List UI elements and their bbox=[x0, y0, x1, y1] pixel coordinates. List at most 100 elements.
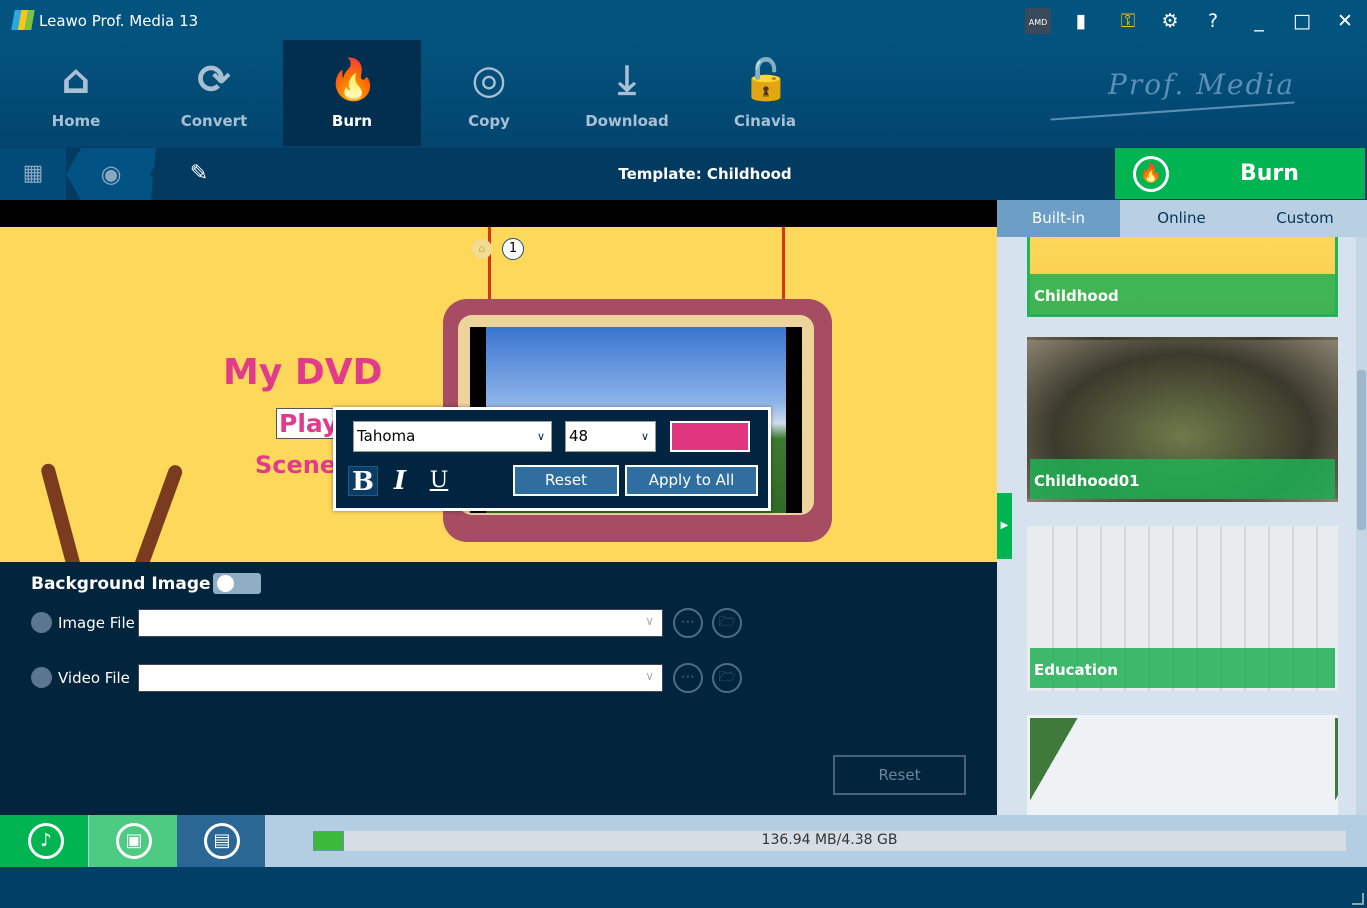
decor-stick bbox=[39, 462, 85, 562]
template-name: Childhood bbox=[1034, 287, 1119, 305]
menu-preview: ⌂ 1 My DVD Play Scene bbox=[0, 227, 997, 562]
template-childhood[interactable]: Childhood bbox=[1027, 237, 1338, 317]
size-value: 48 bbox=[569, 427, 589, 445]
image-file-label: Image File bbox=[58, 614, 135, 632]
background-panel: Background Image Image File ∨ ⋯ 🗁 Video … bbox=[0, 562, 997, 815]
help-icon[interactable]: ? bbox=[1201, 10, 1225, 32]
template-panel: Built-in Online Custom Childhood Childho… bbox=[997, 200, 1367, 815]
font-family-select[interactable]: Tahoma ∨ bbox=[353, 421, 552, 452]
nav-home[interactable]: ⌂ Home bbox=[7, 40, 145, 146]
font-color-picker[interactable] bbox=[670, 421, 750, 452]
tab-online[interactable]: Online bbox=[1120, 200, 1243, 237]
nav-download[interactable]: ⤓ Download bbox=[558, 40, 696, 146]
template-name: Education bbox=[1034, 661, 1118, 679]
nav-label: Cinavia bbox=[734, 112, 796, 130]
brand-logo: Prof. Media bbox=[1108, 68, 1296, 101]
footer-bar: ♪ ▣ ▤ 136.94 MB/4.38 GB bbox=[0, 815, 1367, 867]
unlock-icon: 🔓 bbox=[741, 57, 791, 103]
nav-copy[interactable]: ◎ Copy bbox=[420, 40, 558, 146]
image-file-input[interactable]: ∨ bbox=[138, 609, 663, 637]
home-icon: ⌂ bbox=[61, 57, 91, 103]
gear-icon[interactable]: ⚙ bbox=[1158, 10, 1182, 32]
nav-cinavia[interactable]: 🔓 Cinavia bbox=[696, 40, 834, 146]
collapse-panel-button[interactable]: ▶ bbox=[997, 493, 1012, 559]
app-title: Leawo Prof. Media 13 bbox=[39, 12, 199, 30]
video-file-label: Video File bbox=[58, 669, 130, 687]
template-education[interactable]: Education bbox=[1027, 526, 1338, 691]
more-options-icon[interactable]: ⋯ bbox=[673, 608, 703, 638]
template-childhood01[interactable]: Childhood01 bbox=[1027, 337, 1338, 502]
music-note-icon: ♪ bbox=[28, 823, 64, 859]
template-office[interactable] bbox=[1027, 715, 1338, 815]
font-reset-button[interactable]: Reset bbox=[513, 465, 619, 496]
maximize-icon[interactable]: □ bbox=[1290, 10, 1314, 32]
app-logo-icon bbox=[11, 10, 35, 30]
more-options-icon[interactable]: ⋯ bbox=[673, 663, 703, 693]
brand-swoosh bbox=[1050, 101, 1295, 121]
nav-label: Download bbox=[585, 112, 669, 130]
nav-label: Burn bbox=[331, 112, 373, 130]
nav-burn[interactable]: 🔥 Burn bbox=[283, 40, 421, 146]
flame-icon: 🔥 bbox=[328, 57, 378, 103]
flame-icon: 🔥 bbox=[1133, 156, 1169, 192]
font-value: Tahoma bbox=[357, 427, 416, 445]
underline-button[interactable]: U bbox=[424, 466, 454, 496]
decor-stick bbox=[129, 463, 185, 562]
folder-icon[interactable]: 🗁 bbox=[712, 608, 742, 638]
disc-usage-text: 136.94 MB/4.38 GB bbox=[761, 832, 898, 848]
background-image-toggle[interactable] bbox=[213, 573, 261, 594]
close-icon[interactable]: ✕ bbox=[1333, 10, 1357, 32]
background-reset-button[interactable]: Reset bbox=[833, 755, 966, 795]
burn-label: Burn bbox=[1240, 161, 1299, 186]
amd-badge-icon[interactable]: AMD bbox=[1025, 8, 1051, 34]
video-file-input[interactable]: ∨ bbox=[138, 664, 663, 692]
preview-eye-icon[interactable]: ◉ bbox=[66, 148, 156, 200]
scene-button-text[interactable]: Scene bbox=[255, 451, 336, 479]
save-button[interactable]: ▤ bbox=[177, 815, 265, 867]
italic-button[interactable]: I bbox=[385, 466, 415, 496]
rope bbox=[488, 227, 491, 299]
menu-title[interactable]: My DVD bbox=[223, 352, 382, 393]
convert-icon: ⟳ bbox=[197, 57, 231, 103]
template-name: Childhood01 bbox=[1034, 472, 1140, 490]
image-button[interactable]: ▣ bbox=[89, 815, 177, 867]
scrollbar-thumb[interactable] bbox=[1357, 370, 1366, 530]
font-size-select[interactable]: 48 ∨ bbox=[565, 421, 656, 452]
nav-label: Copy bbox=[468, 112, 510, 130]
chevron-down-icon: ∨ bbox=[536, 430, 545, 443]
main-nav: ⌂ Home ⟳ Convert 🔥 Burn ◎ Copy ⤓ Download 🔓 Ci… bbox=[0, 40, 1367, 147]
font-editor-popup: Tahoma ∨ 48 ∨ B I U Reset Apply to All bbox=[333, 407, 771, 511]
tab-built-in[interactable]: Built-in bbox=[997, 200, 1120, 237]
background-image-label: Background Image bbox=[31, 574, 211, 594]
key-icon[interactable]: ⚿ bbox=[1116, 10, 1140, 32]
minimize-icon[interactable]: _ bbox=[1247, 10, 1271, 32]
edit-pencil-icon[interactable]: ✎ bbox=[150, 148, 248, 200]
home-nav-icon[interactable]: ⌂ bbox=[472, 239, 492, 259]
rope bbox=[782, 227, 785, 299]
image-file-radio[interactable] bbox=[31, 612, 52, 633]
template-label: Template: Childhood bbox=[618, 165, 792, 183]
video-file-radio[interactable] bbox=[31, 667, 52, 688]
toggle-knob bbox=[217, 575, 234, 592]
music-button[interactable]: ♪ bbox=[0, 815, 88, 867]
chevron-down-icon: ∨ bbox=[640, 430, 649, 443]
chevron-down-icon: ∨ bbox=[645, 614, 654, 628]
nav-label: Convert bbox=[180, 112, 248, 130]
preview-top-bar bbox=[0, 200, 997, 227]
folder-icon[interactable]: 🗁 bbox=[712, 663, 742, 693]
bold-button[interactable]: B bbox=[348, 466, 378, 497]
nav-convert[interactable]: ⟳ Convert bbox=[145, 40, 283, 146]
nav-label: Home bbox=[51, 112, 101, 130]
title-bar: Leawo Prof. Media 13 AMD ▮ ⚿ ⚙ ? _ □ ✕ bbox=[0, 0, 1367, 42]
floppy-disk-icon: ▤ bbox=[204, 823, 240, 859]
disc-usage-bar: 136.94 MB/4.38 GB bbox=[313, 831, 1346, 851]
play-button-text[interactable]: Play bbox=[276, 408, 342, 439]
tab-custom[interactable]: Custom bbox=[1243, 200, 1367, 237]
grid-view-icon[interactable]: ▦ bbox=[0, 148, 66, 200]
download-icon: ⤓ bbox=[618, 57, 636, 103]
resize-grip-icon[interactable] bbox=[1352, 893, 1364, 905]
chapter-number[interactable]: 1 bbox=[502, 238, 524, 260]
feedback-icon[interactable]: ▮ bbox=[1069, 10, 1093, 32]
burn-button[interactable]: 🔥 Burn bbox=[1115, 148, 1365, 199]
apply-to-all-button[interactable]: Apply to All bbox=[625, 465, 758, 496]
